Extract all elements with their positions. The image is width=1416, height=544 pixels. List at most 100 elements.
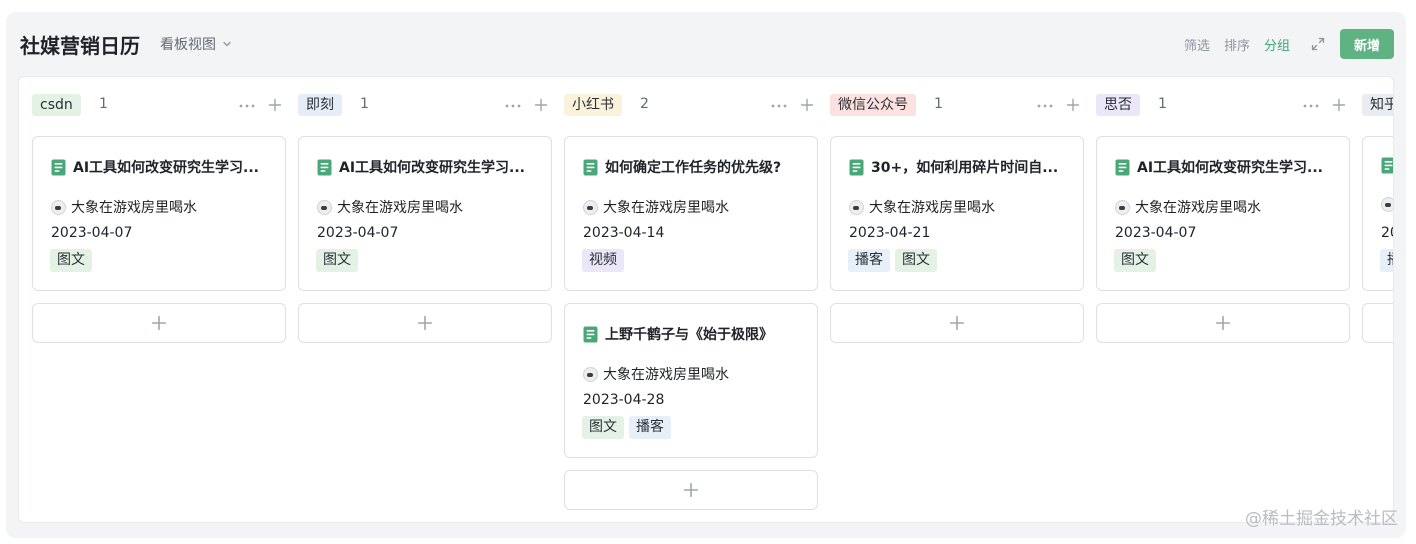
plus-icon[interactable] [534,97,548,112]
plus-icon[interactable] [268,97,282,112]
plus-icon[interactable] [800,97,814,112]
card-tags: 图文 [1114,249,1156,272]
card-tags: 视频 [582,249,624,272]
card-author: 大象在游戏房里喝水 [849,197,995,217]
plus-icon[interactable] [1332,97,1346,112]
card-title: AI工具如何改变研究生学习... [51,157,271,177]
watermark: @稀土掘金技术社区 [1245,509,1398,529]
page-title: 社媒营销日历 [20,34,140,58]
expand-icon[interactable] [1310,36,1326,52]
author-name: 大象在游戏房里喝水 [337,200,463,216]
column-group-tag: 知乎 [1362,94,1393,116]
author-name: 大象在游戏房里喝水 [71,200,197,216]
view-label: 看板视图 [160,37,216,53]
content-type-tag: 图文 [895,249,937,272]
more-horizontal-icon[interactable] [1036,98,1054,112]
more-horizontal-icon[interactable] [770,98,788,112]
card-date: 2023-04-14 [583,225,665,241]
more-horizontal-icon[interactable] [238,98,256,112]
filter-button[interactable]: 筛选 [1184,35,1210,54]
card-author [1381,197,1393,212]
content-type-tag: 播客 [629,416,671,439]
plus-icon [683,482,699,498]
column-header: 小红书 2 [564,94,818,118]
column-count: 1 [1158,96,1167,112]
author-name: 大象在游戏房里喝水 [603,367,729,383]
document-icon [583,159,598,175]
app-frame: 社媒营销日历 看板视图 筛选 排序 分组 新增 csdn 1 AI工具如何改变研究生… [6,12,1406,538]
card-tags: 播客 图文 [848,249,937,272]
more-horizontal-icon[interactable] [504,98,522,112]
content-type-tag: 视频 [582,249,624,272]
column-group-tag: csdn [32,94,81,116]
kanban-column: 微信公众号 1 30+，如何利用碎片时间自... 大象在游戏房里喝水 2023-04-2… [830,77,1084,522]
card-title-text: 30+，如何利用碎片时间自... [871,160,1059,176]
avatar [1115,199,1130,215]
column-header: 即刻 1 [298,94,552,118]
plus-icon [151,315,167,331]
add-card-button[interactable] [32,303,286,343]
column-header: csdn 1 [32,94,286,118]
card-title-text: 上野千鹤子与《始于极限》 [605,327,773,343]
chevron-down-icon [223,41,231,47]
content-type-tag: 播 [1380,249,1393,272]
card-author: 大象在游戏房里喝水 [583,197,729,217]
plus-icon [417,315,433,331]
record-card[interactable]: AI工具如何改变研究生学习... 大象在游戏房里喝水 2023-04-07 图文 [1096,136,1350,291]
more-horizontal-icon[interactable] [1302,98,1320,112]
add-card-button[interactable] [564,470,818,510]
add-card-button[interactable] [830,303,1084,343]
card-title: 上野千鹤子与《始于极限》 [583,324,803,344]
column-count: 1 [99,96,108,112]
group-button[interactable]: 分组 [1264,35,1290,54]
add-card-button[interactable] [1362,303,1393,343]
card-tags: 图文 [316,249,358,272]
content-type-tag: 图文 [316,249,358,272]
card-author: 大象在游戏房里喝水 [583,364,729,384]
add-card-button[interactable] [1096,303,1350,343]
document-icon [1381,157,1393,174]
avatar [1381,197,1393,212]
header: 社媒营销日历 看板视图 筛选 排序 分组 新增 [6,12,1406,76]
card-author: 大象在游戏房里喝水 [1115,197,1261,217]
document-icon [583,326,598,342]
card-title: AI工具如何改变研究生学习... [317,157,537,177]
view-switcher[interactable]: 看板视图 [160,34,232,54]
kanban-column: 小红书 2 如何确定工作任务的优先级? 大象在游戏房里喝水 2023-04-14 视频上野… [564,77,818,522]
avatar [317,199,332,215]
record-card[interactable]: AI工具如何改变研究生学习... 大象在游戏房里喝水 2023-04-07 图文 [298,136,552,291]
content-type-tag: 播客 [848,249,890,272]
record-card[interactable]: AI工具如何改变研究生学习... 大象在游戏房里喝水 2023-04-07 图文 [32,136,286,291]
card-date: 20 [1381,225,1393,241]
column-header: 微信公众号 1 [830,94,1084,118]
record-card[interactable]: 上野千鹤子与《始于极限》 大象在游戏房里喝水 2023-04-28 图文 播客 [564,303,818,458]
column-group-tag: 思否 [1096,94,1140,116]
kanban-board: csdn 1 AI工具如何改变研究生学习... 大象在游戏房里喝水 2023-04-07… [18,76,1394,523]
record-card[interactable]: 如何确定工作任务的优先级? 大象在游戏房里喝水 2023-04-14 视频 [564,136,818,291]
card-title-text: AI工具如何改变研究生学习... [73,160,259,176]
card-tags: 图文 [50,249,92,272]
avatar [583,366,598,382]
sort-button[interactable]: 排序 [1224,35,1250,54]
card-title: AI工具如何改变研究生学习... [1115,157,1335,177]
new-record-button[interactable]: 新增 [1340,29,1394,59]
column-group-tag: 即刻 [298,94,342,116]
author-name: 大象在游戏房里喝水 [603,200,729,216]
record-card[interactable]: 20 播 [1362,136,1393,291]
card-date: 2023-04-07 [51,225,133,241]
kanban-column: csdn 1 AI工具如何改变研究生学习... 大象在游戏房里喝水 2023-04-07… [32,77,286,522]
record-card[interactable]: 30+，如何利用碎片时间自... 大象在游戏房里喝水 2023-04-21 播客 图文 [830,136,1084,291]
card-author: 大象在游戏房里喝水 [51,197,197,217]
card-title-text: 如何确定工作任务的优先级? [605,160,782,176]
kanban-column: 即刻 1 AI工具如何改变研究生学习... 大象在游戏房里喝水 2023-04-07 图文 [298,77,552,522]
column-count: 1 [934,96,943,112]
add-card-button[interactable] [298,303,552,343]
card-title: 30+，如何利用碎片时间自... [849,157,1069,177]
card-title-text: AI工具如何改变研究生学习... [1137,160,1323,176]
plus-icon[interactable] [1066,97,1080,112]
document-icon [1115,159,1130,175]
card-date: 2023-04-07 [317,225,399,241]
content-type-tag: 图文 [1114,249,1156,272]
card-title-text: AI工具如何改变研究生学习... [339,160,525,176]
card-date: 2023-04-07 [1115,225,1197,241]
